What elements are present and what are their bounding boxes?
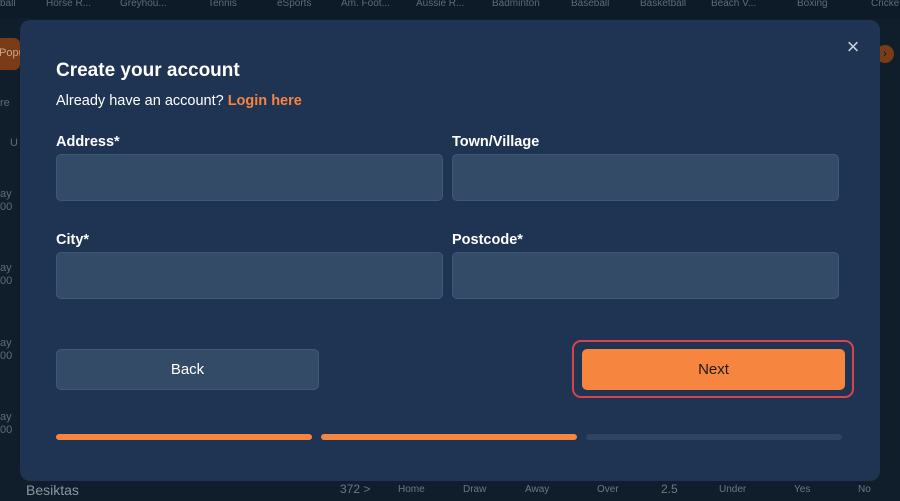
sports-nav-item[interactable]: eSports (277, 0, 311, 9)
progress-step (56, 434, 312, 440)
address-label: Address* (56, 134, 120, 150)
login-prompt: Already have an account? Login here (56, 93, 302, 109)
background-text: ay (0, 337, 12, 349)
sports-nav-item[interactable]: Basketball (640, 0, 686, 9)
column-header-home: Home (398, 484, 425, 495)
sports-nav-item[interactable]: Aussie R... (416, 0, 464, 9)
team-name[interactable]: Besiktas (26, 482, 79, 498)
sports-nav-item[interactable]: Greyhou... (120, 0, 167, 9)
create-account-modal: × Create your account Already have an ac… (20, 20, 880, 481)
sports-nav-item[interactable]: Cricke (871, 0, 899, 9)
column-header-under: Under (719, 484, 747, 495)
background-text: ay (0, 188, 12, 200)
background-text: 00 (0, 350, 13, 362)
next-button[interactable]: Next (582, 349, 845, 390)
total-line: 2.5 (661, 482, 678, 496)
sports-nav-item[interactable]: Boxing (797, 0, 828, 9)
background-text: 00 (0, 424, 13, 436)
event-row: Besiktas 372 > Home Draw Away Over 2.5 U… (0, 478, 900, 501)
sports-nav-item[interactable]: Badminton (492, 0, 540, 9)
town-village-field[interactable] (452, 154, 839, 201)
progress-step (321, 434, 577, 440)
address-field[interactable] (56, 154, 443, 201)
background-text: 00 (0, 201, 13, 213)
progress-step (586, 434, 842, 440)
column-header-over: Over (597, 484, 619, 495)
column-header-no: No (858, 484, 871, 495)
login-prompt-text: Already have an account? (56, 93, 228, 109)
city-field[interactable] (56, 252, 443, 299)
background-text: ay (0, 262, 12, 274)
background-text: re (0, 97, 10, 109)
sports-nav-bar: ball Horse R... Greyhou... Tennis eSport… (0, 0, 900, 18)
popular-tab[interactable]: Popular (0, 38, 20, 70)
sports-nav-item[interactable]: Tennis (208, 0, 237, 9)
back-button[interactable]: Back (56, 349, 319, 390)
login-link[interactable]: Login here (228, 93, 302, 109)
sports-nav-item[interactable]: Am. Foot... (341, 0, 390, 9)
modal-title: Create your account (56, 60, 240, 81)
postcode-field[interactable] (452, 252, 839, 299)
city-label: City* (56, 232, 90, 248)
background-text: 00 (0, 275, 13, 287)
sports-nav-item[interactable]: ball (0, 0, 16, 9)
close-icon[interactable]: × (843, 36, 863, 58)
column-header-away: Away (525, 484, 550, 495)
sports-nav-item[interactable]: Baseball (571, 0, 609, 9)
background-text: ay (0, 411, 12, 423)
sports-nav-item[interactable]: Beach V... (711, 0, 756, 9)
background-text: U (10, 137, 18, 149)
town-village-label: Town/Village (452, 134, 540, 150)
postcode-label: Postcode* (452, 232, 523, 248)
sports-nav-item[interactable]: Horse R... (46, 0, 91, 9)
column-header-yes: Yes (794, 484, 811, 495)
column-header-draw: Draw (463, 484, 487, 495)
markets-count[interactable]: 372 > (340, 482, 370, 496)
